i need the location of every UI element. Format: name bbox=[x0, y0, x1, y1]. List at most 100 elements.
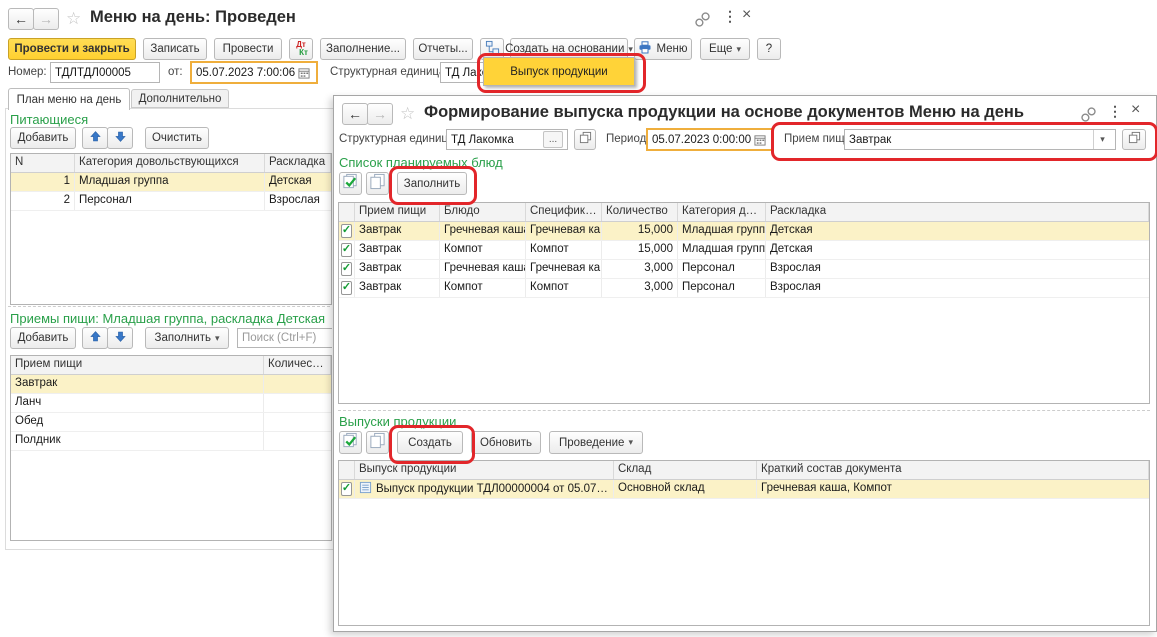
w1-link-icon[interactable] bbox=[694, 11, 711, 31]
cell-meal: Завтрак bbox=[355, 222, 440, 240]
diners-table[interactable]: N Категория довольствующихся Раскладка 1… bbox=[10, 153, 332, 305]
meals-fill-button[interactable]: Заполнить ▾ bbox=[145, 327, 229, 349]
cell-category: Персонал bbox=[75, 192, 265, 210]
w2-forward-button[interactable]: → bbox=[367, 103, 393, 125]
row-checkbox[interactable]: ✓ bbox=[341, 262, 352, 276]
menu-print-button[interactable]: Меню bbox=[634, 38, 692, 60]
tab-menu-plan-label: План меню на день bbox=[17, 94, 122, 106]
w2-link-icon[interactable] bbox=[1080, 106, 1097, 126]
outputs-heading: Выпуски продукции bbox=[339, 414, 456, 429]
table-row[interactable]: ✓ Выпуск продукции ТДЛ00000004 от 05.07.… bbox=[339, 480, 1149, 499]
debit-credit-button[interactable]: ДтКт bbox=[289, 38, 313, 60]
w1-window-menu-icon[interactable]: ⋮ bbox=[723, 8, 737, 25]
row-checkbox[interactable]: ✓ bbox=[341, 281, 352, 295]
post-and-close-button[interactable]: Провести и закрыть bbox=[8, 38, 136, 60]
tab-menu-plan[interactable]: План меню на день bbox=[8, 88, 130, 110]
table-row[interactable]: Завтрак bbox=[11, 375, 331, 394]
row-checkbox[interactable]: ✓ bbox=[341, 243, 352, 257]
table-row[interactable]: ✓ Завтрак Гречневая каша Гречневая каша … bbox=[339, 260, 1149, 279]
w1-more-button[interactable]: Еще ▾ bbox=[700, 38, 750, 60]
choose-icon[interactable]: ... bbox=[543, 131, 563, 148]
dishes-check-all-button[interactable] bbox=[339, 172, 362, 195]
cell-qty: 3,000 bbox=[602, 260, 678, 278]
w1-close-icon[interactable]: × bbox=[742, 6, 751, 24]
outputs-refresh-button[interactable]: Обновить bbox=[471, 431, 541, 454]
w2-close-icon[interactable]: × bbox=[1131, 101, 1140, 119]
w2-favorite-star-icon[interactable]: ☆ bbox=[400, 104, 415, 124]
table-row[interactable]: Обед bbox=[11, 413, 331, 432]
row-checkbox[interactable]: ✓ bbox=[341, 482, 352, 496]
col-meal: Прием пищи bbox=[355, 203, 440, 221]
w2-unit-open-button[interactable] bbox=[574, 129, 596, 150]
cell-n: 1 bbox=[11, 173, 75, 191]
diners-move-down-button[interactable] bbox=[107, 127, 133, 149]
chevron-down-icon[interactable]: ▾ bbox=[1093, 130, 1111, 149]
calendar-icon[interactable] bbox=[295, 63, 312, 82]
number-label: Номер: bbox=[8, 66, 47, 78]
meal-open-button[interactable] bbox=[1122, 129, 1146, 150]
outputs-check-all-button[interactable] bbox=[339, 431, 362, 454]
w1-favorite-star-icon[interactable]: ☆ bbox=[66, 9, 81, 29]
table-row[interactable]: Полдник bbox=[11, 432, 331, 451]
row-checkbox[interactable]: ✓ bbox=[341, 224, 352, 238]
arrow-up-icon bbox=[89, 130, 102, 147]
table-row[interactable]: ✓ Завтрак Компот Компот 3,000 Персонал В… bbox=[339, 279, 1149, 298]
write-button[interactable]: Записать bbox=[143, 38, 207, 60]
date-field[interactable]: 05.07.2023 7:00:06 bbox=[190, 61, 318, 84]
outputs-uncheck-all-button[interactable] bbox=[366, 431, 389, 454]
meal-field[interactable]: Завтрак ▾ bbox=[844, 129, 1116, 150]
meals-table[interactable]: Прием пищи Количество питающихся Завтрак… bbox=[10, 355, 332, 541]
outputs-posting-button[interactable]: Проведение ▾ bbox=[549, 431, 643, 454]
w1-help-button[interactable]: ? bbox=[757, 38, 781, 60]
col-qty: Количество bbox=[602, 203, 678, 221]
meals-search-input[interactable] bbox=[237, 328, 332, 348]
w2-unit-field[interactable]: ТД Лакомка ... bbox=[446, 129, 568, 150]
section-separator bbox=[8, 306, 330, 307]
period-field[interactable]: 05.07.2023 0:00:00 bbox=[646, 128, 774, 151]
diners-clear-button[interactable]: Очистить bbox=[145, 127, 209, 149]
table-row[interactable]: Ланч bbox=[11, 394, 331, 413]
document-icon bbox=[359, 481, 372, 498]
diners-clear-label: Очистить bbox=[152, 132, 202, 144]
cell-layout: Взрослая bbox=[766, 260, 1149, 278]
calendar-icon[interactable] bbox=[751, 130, 768, 149]
tab-additional[interactable]: Дополнительно bbox=[131, 89, 229, 108]
meals-add-button[interactable]: Добавить bbox=[10, 327, 76, 349]
chevron-down-icon: ▾ bbox=[628, 438, 633, 447]
col-warehouse: Склад bbox=[614, 461, 757, 479]
diners-add-button[interactable]: Добавить bbox=[10, 127, 76, 149]
w2-window-menu-icon[interactable]: ⋮ bbox=[1108, 103, 1122, 120]
dishes-fill-button[interactable]: Заполнить bbox=[397, 172, 467, 195]
meals-heading: Приемы пищи: Младшая группа, раскладка Д… bbox=[10, 311, 325, 326]
table-row[interactable]: ✓ Завтрак Компот Компот 15,000 Младшая г… bbox=[339, 241, 1149, 260]
arrow-down-icon bbox=[114, 330, 127, 347]
diners-move-up-button[interactable] bbox=[82, 127, 108, 149]
cell-brief: Гречневая каша, Компот bbox=[757, 480, 1149, 498]
number-field[interactable]: ТДЛТДЛ00005 bbox=[50, 62, 160, 83]
cell-layout: Взрослая bbox=[265, 192, 331, 210]
dishes-uncheck-all-button[interactable] bbox=[366, 172, 389, 195]
table-row[interactable]: ✓ Завтрак Гречневая каша Гречневая каша … bbox=[339, 222, 1149, 241]
cell-layout: Детская bbox=[766, 241, 1149, 259]
w2-back-button[interactable]: ← bbox=[342, 103, 368, 125]
outputs-table[interactable]: Выпуск продукции Склад Краткий состав до… bbox=[338, 460, 1150, 626]
w1-back-button[interactable]: ← bbox=[8, 8, 34, 30]
period-value: 05.07.2023 0:00:00 bbox=[652, 134, 751, 146]
dishes-table[interactable]: Прием пищи Блюдо Спецификация Количество… bbox=[338, 202, 1150, 404]
col-brief: Краткий состав документа bbox=[757, 461, 1149, 479]
outputs-create-button[interactable]: Создать bbox=[397, 431, 463, 454]
w1-forward-button[interactable]: → bbox=[33, 8, 59, 30]
meals-move-down-button[interactable] bbox=[107, 327, 133, 349]
table-row[interactable]: 2 Персонал Взрослая bbox=[11, 192, 331, 211]
fill-menu-button[interactable]: Заполнение... bbox=[320, 38, 406, 60]
post-button[interactable]: Провести bbox=[214, 38, 282, 60]
reports-button[interactable]: Отчеты... bbox=[413, 38, 473, 60]
w1-title: Меню на день: Проведен bbox=[90, 8, 296, 27]
create-based-on-menu-item[interactable]: Выпуск продукции bbox=[483, 57, 635, 86]
number-value: ТДЛТДЛ00005 bbox=[55, 67, 155, 79]
col-spec: Спецификация bbox=[526, 203, 602, 221]
table-row[interactable]: 1 Младшая группа Детская bbox=[11, 173, 331, 192]
cell-category: Младшая группа bbox=[678, 241, 766, 259]
cell-meal: Ланч bbox=[11, 394, 264, 412]
meals-move-up-button[interactable] bbox=[82, 327, 108, 349]
